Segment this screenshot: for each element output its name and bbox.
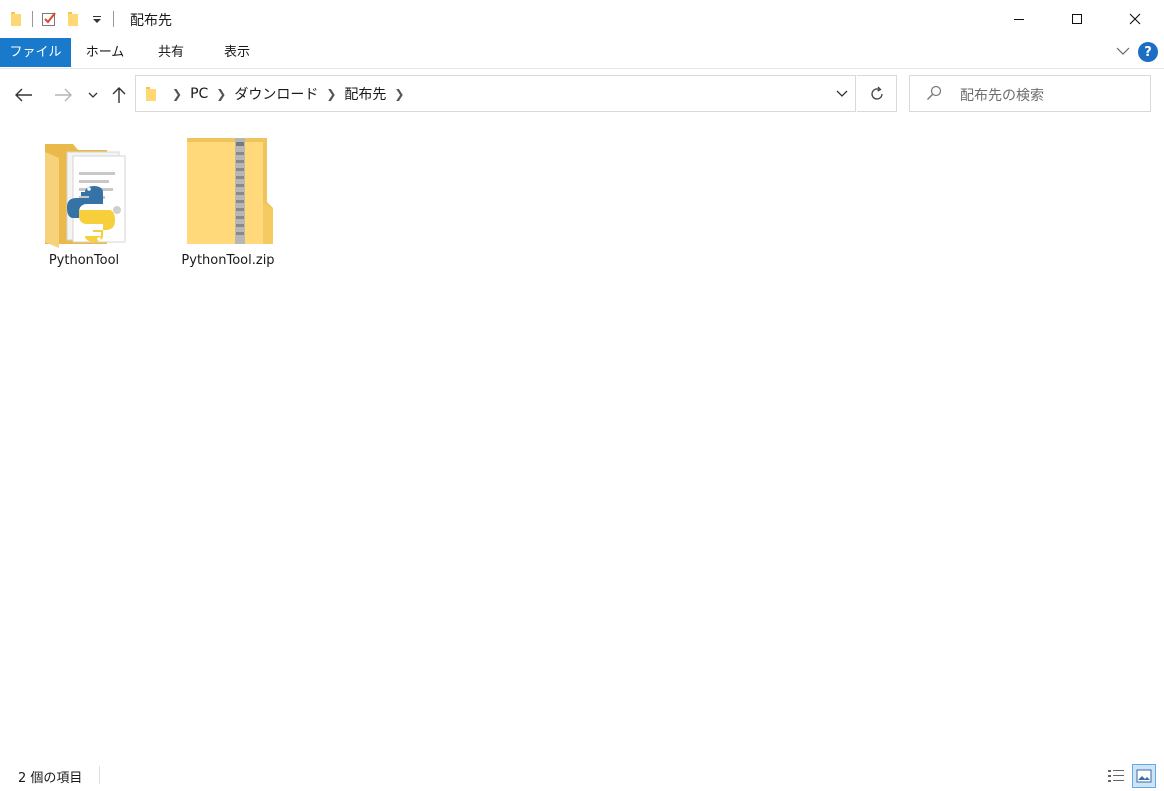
close-icon: [1129, 13, 1141, 25]
maximize-icon: [1072, 14, 1082, 24]
back-arrow-icon: [15, 88, 32, 102]
tab-file[interactable]: ファイル: [0, 38, 71, 67]
ribbon-tabs: ファイル ホーム 共有 表示 ?: [0, 38, 1164, 69]
properties-icon[interactable]: [41, 11, 57, 27]
address-bar[interactable]: ❯ PC ❯ ダウンロード ❯ 配布先 ❯: [135, 75, 856, 112]
status-bar: 2 個の項目: [0, 760, 1164, 791]
tab-share[interactable]: 共有: [146, 38, 196, 67]
tab-view[interactable]: 表示: [210, 38, 264, 67]
folder-icon: [8, 11, 24, 27]
title-bar: 配布先: [0, 0, 1164, 38]
file-name: PythonTool.zip: [181, 253, 275, 268]
up-button[interactable]: [108, 84, 130, 106]
file-name: PythonTool: [48, 253, 120, 268]
refresh-button[interactable]: [857, 75, 897, 112]
maximize-button[interactable]: [1048, 0, 1106, 38]
details-view-icon: [1108, 770, 1124, 782]
breadcrumb-downloads[interactable]: ダウンロード: [234, 84, 318, 104]
tab-home[interactable]: ホーム: [78, 38, 132, 67]
address-history-button[interactable]: [827, 75, 857, 112]
search-icon: [926, 85, 942, 105]
minimize-button[interactable]: [990, 0, 1048, 38]
chevron-right-icon[interactable]: ❯: [326, 87, 336, 101]
expand-ribbon-icon[interactable]: [1116, 45, 1130, 60]
file-item-pythontool-zip[interactable]: PythonTool.zip: [173, 132, 283, 268]
details-view-button[interactable]: [1104, 764, 1128, 788]
breadcrumb-pc[interactable]: PC: [190, 86, 208, 102]
toolbar-separator: [113, 11, 114, 27]
minimize-icon: [1014, 19, 1024, 20]
help-icon[interactable]: ?: [1138, 42, 1158, 62]
forward-arrow-icon: [55, 88, 72, 102]
python-folder-icon: [45, 144, 126, 248]
up-arrow-icon: [112, 87, 126, 103]
status-separator: [99, 766, 100, 784]
chevron-right-icon[interactable]: ❯: [216, 87, 226, 101]
toolbar-separator: [32, 11, 33, 27]
close-button[interactable]: [1106, 0, 1164, 38]
folder-icon: [144, 86, 158, 102]
large-icons-view-icon: [1136, 769, 1152, 783]
customize-qat-dropdown-icon[interactable]: [89, 11, 105, 27]
chevron-down-icon: [836, 90, 848, 97]
chevron-down-icon: [88, 92, 98, 98]
refresh-icon: [870, 86, 883, 100]
recent-locations-button[interactable]: [83, 84, 103, 106]
file-item-pythontool[interactable]: PythonTool: [29, 132, 139, 268]
large-icons-view-button[interactable]: [1132, 764, 1156, 788]
quick-access-toolbar: [8, 8, 122, 30]
back-button[interactable]: [13, 84, 35, 106]
search-placeholder: 配布先の検索: [960, 88, 1044, 104]
zip-folder-icon: [187, 138, 273, 244]
forward-button[interactable]: [52, 84, 74, 106]
breadcrumb-current-folder[interactable]: 配布先: [344, 84, 386, 104]
chevron-right-icon[interactable]: ❯: [394, 87, 404, 101]
item-count: 2 個の項目: [18, 771, 83, 786]
chevron-right-icon[interactable]: ❯: [172, 87, 182, 101]
window-title: 配布先: [130, 13, 172, 29]
search-box[interactable]: 配布先の検索: [909, 75, 1151, 112]
new-folder-icon[interactable]: [65, 11, 81, 27]
